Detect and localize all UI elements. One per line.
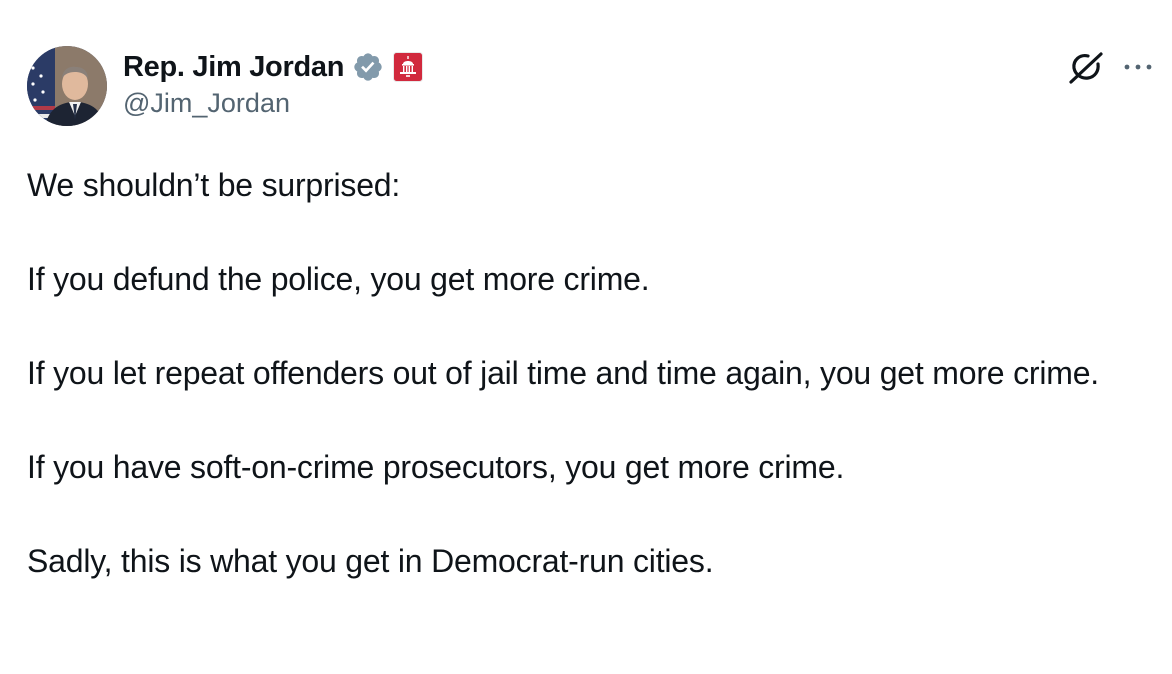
tweet-paragraph: Sadly, this is what you get in Democrat-… — [27, 543, 714, 579]
display-name[interactable]: Rep. Jim Jordan — [123, 51, 344, 84]
tweet-paragraph: If you defund the police, you get more c… — [27, 261, 650, 297]
author-name-row: Rep. Jim Jordan — [123, 47, 424, 87]
tweet-text: We shouldn’t be surprised: If you defund… — [27, 162, 1137, 632]
grok-icon[interactable] — [1066, 50, 1106, 86]
avatar-image — [27, 46, 107, 126]
us-government-capitol-icon[interactable] — [393, 52, 424, 82]
tweet: Rep. Jim Jordan @Jim_Jordan We shouldn’t… — [0, 0, 1172, 674]
avatar[interactable] — [27, 46, 107, 126]
verified-badge-icon[interactable] — [352, 51, 384, 83]
more-horizontal-icon[interactable] — [1120, 52, 1156, 82]
tweet-paragraph: If you have soft-on-crime prosecutors, y… — [27, 449, 845, 485]
tweet-paragraph: If you let repeat offenders out of jail … — [27, 355, 1099, 391]
tweet-paragraph: We shouldn’t be surprised: — [27, 167, 401, 203]
author-handle[interactable]: @Jim_Jordan — [123, 88, 290, 119]
